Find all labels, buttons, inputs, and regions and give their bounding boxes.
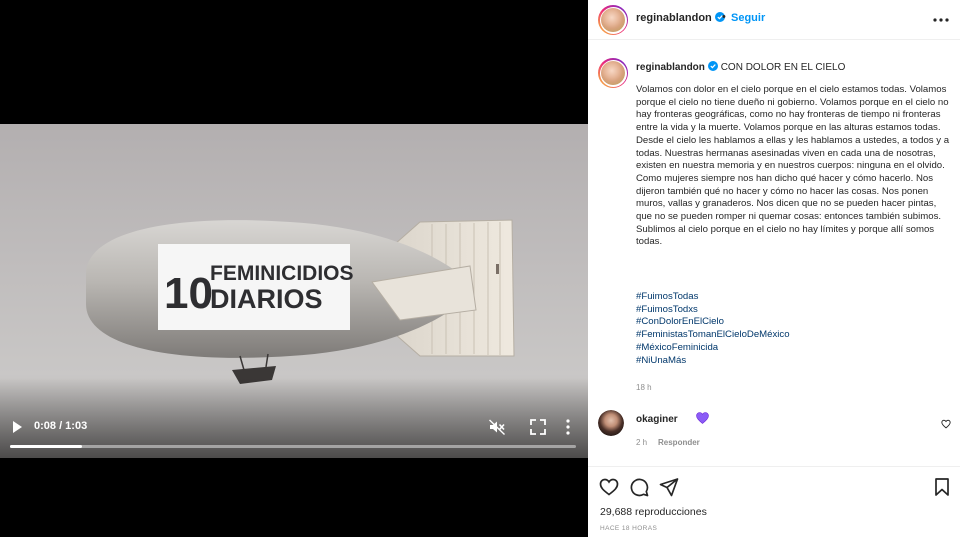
- action-bar: [588, 466, 960, 506]
- caption-title: CON DOLOR EN EL CIELO: [720, 62, 846, 73]
- play-icon[interactable]: [10, 420, 24, 434]
- banner-number: 10: [164, 269, 213, 318]
- hashtag-link[interactable]: #FuimosTodxs: [636, 304, 790, 317]
- comment-icon[interactable]: [629, 477, 649, 497]
- separator-dot: •: [722, 11, 726, 23]
- mute-icon[interactable]: [488, 418, 506, 436]
- banner-line-2: DIARIOS: [210, 284, 323, 314]
- fullscreen-icon[interactable]: [529, 418, 547, 436]
- purple-heart-icon: [696, 412, 709, 424]
- avatar[interactable]: [598, 58, 628, 88]
- video-controls: 0:08 / 1:03: [0, 412, 588, 456]
- video-pane: 10 FEMINICIDIOS DIARIOS 0:08 / 1:03: [0, 0, 588, 537]
- hashtag-link[interactable]: #ConDolorEnElCielo: [636, 316, 790, 329]
- hashtag-list: #FuimosTodas #FuimosTodxs #ConDolorEnElC…: [636, 291, 790, 367]
- heart-icon[interactable]: [599, 477, 619, 497]
- comment-item: okaginer 2 h Responder: [588, 404, 960, 452]
- follow-button[interactable]: Seguir: [731, 12, 765, 24]
- view-count[interactable]: 29,688 reproducciones: [600, 506, 707, 518]
- video-player[interactable]: 10 FEMINICIDIOS DIARIOS: [0, 124, 588, 458]
- time-display: 0:08 / 1:03: [34, 420, 88, 432]
- more-options-icon[interactable]: [932, 12, 950, 28]
- header-username[interactable]: reginablandon: [636, 12, 725, 24]
- reply-button[interactable]: Responder: [658, 438, 700, 447]
- caption-username[interactable]: reginablandon: [636, 62, 705, 73]
- caption-timestamp[interactable]: 18 h: [636, 383, 652, 392]
- seek-progress: [10, 445, 82, 448]
- hashtag-link[interactable]: #FuimosTodas: [636, 291, 790, 304]
- hashtag-link[interactable]: #NiUnaMás: [636, 355, 790, 368]
- bookmark-icon[interactable]: [932, 477, 952, 497]
- post-timestamp: HACE 18 HORAS: [600, 525, 658, 532]
- hashtag-link[interactable]: #MéxicoFeminicida: [636, 342, 790, 355]
- verified-badge-icon: [707, 61, 718, 71]
- post-header: reginablandon • Seguir: [588, 0, 960, 40]
- seek-bar[interactable]: [10, 445, 576, 448]
- caption-text: Volamos con dolor en el cielo porque en …: [636, 84, 950, 248]
- hashtag-link[interactable]: #FeministasTomanElCieloDeMéxico: [636, 329, 790, 342]
- comment-username[interactable]: okaginer: [636, 414, 678, 425]
- more-options-icon[interactable]: [564, 418, 572, 436]
- avatar[interactable]: [598, 5, 628, 35]
- post-sidebar: reginablandon • Seguir reginablandon CON…: [588, 0, 960, 537]
- share-icon[interactable]: [659, 477, 679, 497]
- comment-timestamp: 2 h: [636, 438, 648, 447]
- banner-line-1: FEMINICIDIOS: [210, 262, 354, 285]
- caption-header: reginablandon CON DOLOR EN EL CIELO: [636, 61, 845, 73]
- comment-like-icon[interactable]: [941, 419, 951, 429]
- avatar[interactable]: [598, 410, 624, 436]
